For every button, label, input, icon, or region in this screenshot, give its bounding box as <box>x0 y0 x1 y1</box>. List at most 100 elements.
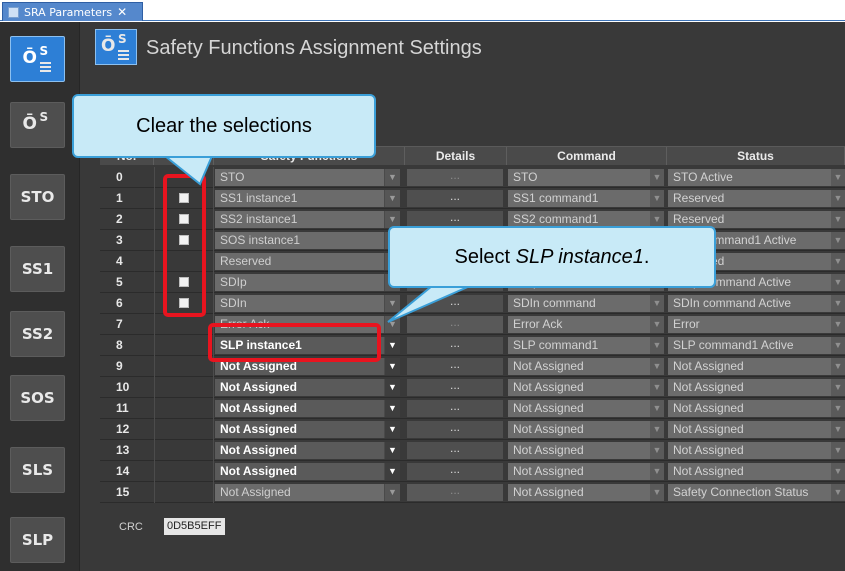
chevron-down-icon: ▼ <box>384 379 400 396</box>
details-button[interactable]: ... <box>407 463 503 480</box>
dropdown-value: Error <box>673 317 700 331</box>
safety-function-dropdown[interactable]: STO ▼ <box>215 169 400 186</box>
command-dropdown[interactable]: SDIn command ▼ <box>508 295 664 312</box>
chevron-down-icon: ▼ <box>831 379 845 396</box>
sidebar-item-sls[interactable]: SLS <box>10 447 65 493</box>
safety-function-dropdown[interactable]: Not Assigned ▼ <box>215 421 400 438</box>
status-dropdown[interactable]: Not Assigned ▼ <box>668 421 845 438</box>
status-dropdown[interactable]: Reserved ▼ <box>668 190 845 207</box>
checkbox-cell <box>154 335 214 356</box>
command-dropdown[interactable]: Not Assigned ▼ <box>508 442 664 459</box>
command-dropdown[interactable]: Not Assigned ▼ <box>508 358 664 375</box>
details-button[interactable]: ... <box>407 316 503 333</box>
sidebar-item-sto[interactable]: STO <box>10 174 65 220</box>
details-button[interactable]: ... <box>407 190 503 207</box>
status-dropdown[interactable]: SDIn command Active ▼ <box>668 295 845 312</box>
details-button[interactable]: ... <box>407 379 503 396</box>
safety-function-dropdown[interactable]: Not Assigned ▼ <box>215 484 400 501</box>
chevron-down-icon: ▼ <box>650 295 664 312</box>
dropdown-value: Reserved <box>220 254 272 268</box>
status-dropdown[interactable]: Error ▼ <box>668 316 845 333</box>
status-dropdown[interactable]: Not Assigned ▼ <box>668 463 845 480</box>
safety-function-dropdown[interactable]: Not Assigned ▼ <box>215 463 400 480</box>
safety-function-dropdown[interactable]: SS2 instance1 ▼ <box>215 211 400 228</box>
details-button[interactable]: ... <box>407 358 503 375</box>
chevron-down-icon: ▼ <box>384 484 400 501</box>
sidebar-item-ss1[interactable]: SS1 <box>10 246 65 292</box>
chevron-down-icon: ▼ <box>650 337 664 354</box>
sidebar-item-sos[interactable]: SOS <box>10 375 65 421</box>
details-button[interactable]: ... <box>407 169 503 186</box>
command-dropdown[interactable]: SLP command1 ▼ <box>508 337 664 354</box>
status-dropdown[interactable]: Not Assigned ▼ <box>668 400 845 417</box>
checkbox-cell <box>154 461 214 482</box>
sidebar-item-safety-settings[interactable]: ŌS <box>10 102 65 148</box>
dropdown-value: Not Assigned <box>220 422 297 436</box>
row-number: 11 <box>116 401 129 415</box>
command-dropdown[interactable]: Error Ack ▼ <box>508 316 664 333</box>
row-number: 14 <box>116 464 130 478</box>
command-dropdown[interactable]: Not Assigned ▼ <box>508 400 664 417</box>
table-row: 12 Not Assigned ▼... Not Assigned ▼ Not Assig… <box>100 419 845 440</box>
row-number: 15 <box>116 485 130 499</box>
close-icon[interactable]: ✕ <box>117 5 127 19</box>
dropdown-value: Not Assigned <box>220 485 291 499</box>
safety-function-dropdown[interactable]: SS1 instance1 ▼ <box>215 190 400 207</box>
callout-prefix: Select <box>454 245 516 268</box>
command-dropdown[interactable]: Not Assigned ▼ <box>508 484 664 501</box>
safety-function-dropdown[interactable]: Not Assigned ▼ <box>215 442 400 459</box>
command-dropdown[interactable]: Not Assigned ▼ <box>508 463 664 480</box>
safety-params-icon: ŌS <box>99 30 133 64</box>
chevron-down-icon: ▼ <box>831 232 845 249</box>
status-dropdown[interactable]: STO Active ▼ <box>668 169 845 186</box>
table-row: 10 Not Assigned ▼... Not Assigned ▼ Not Assig… <box>100 377 845 398</box>
sidebar-item-ss2[interactable]: SS2 <box>10 311 65 357</box>
row-number: 13 <box>116 443 130 457</box>
callout-suffix: . <box>643 245 650 268</box>
dropdown-value: SLP command1 <box>513 338 599 352</box>
chevron-down-icon: ▼ <box>384 316 400 333</box>
callout-select-slp: Select SLP instance1. <box>388 226 716 288</box>
highlight-slp-dropdown <box>208 323 381 362</box>
checkbox-cell <box>154 440 214 461</box>
safety-function-dropdown[interactable]: SDIn ▼ <box>215 295 400 312</box>
dropdown-value: Not Assigned <box>220 401 297 415</box>
chevron-down-icon: ▼ <box>831 295 845 312</box>
table-row: 11 Not Assigned ▼... Not Assigned ▼ Not Assig… <box>100 398 845 419</box>
status-dropdown[interactable]: SLP command1 Active ▼ <box>668 337 845 354</box>
command-dropdown[interactable]: Not Assigned ▼ <box>508 379 664 396</box>
dropdown-value: SS1 instance1 <box>220 191 298 205</box>
details-button[interactable]: ... <box>407 337 503 354</box>
tab-sra-parameters[interactable]: SRA Parameters ✕ <box>2 2 143 21</box>
command-dropdown[interactable]: STO ▼ <box>508 169 664 186</box>
column-header-command: Command <box>507 147 667 165</box>
chevron-down-icon: ▼ <box>384 358 400 375</box>
sidebar-item-safety-params[interactable]: ŌS <box>10 36 65 82</box>
details-button[interactable]: ... <box>407 484 503 501</box>
callout-text: Clear the selections <box>136 114 312 137</box>
safety-function-dropdown[interactable]: SDIp▼ <box>215 274 400 291</box>
dropdown-value: Not Assigned <box>673 401 744 415</box>
dropdown-value: SDIn command <box>513 296 596 310</box>
checkbox-cell <box>154 482 214 503</box>
status-dropdown[interactable]: Not Assigned ▼ <box>668 379 845 396</box>
status-dropdown[interactable]: Safety Connection Status ▼ <box>668 484 845 501</box>
chevron-down-icon: ▼ <box>831 421 845 438</box>
status-dropdown[interactable]: Not Assigned ▼ <box>668 358 845 375</box>
safety-function-dropdown[interactable]: Not Assigned ▼ <box>215 379 400 396</box>
safety-function-dropdown[interactable]: SOS instance1▼ <box>215 232 400 249</box>
command-dropdown[interactable]: SS1 command1 ▼ <box>508 190 664 207</box>
details-button[interactable]: ... <box>407 295 503 312</box>
status-dropdown[interactable]: Not Assigned ▼ <box>668 442 845 459</box>
command-dropdown[interactable]: Not Assigned ▼ <box>508 421 664 438</box>
details-button[interactable]: ... <box>407 400 503 417</box>
details-button[interactable]: ... <box>407 421 503 438</box>
safety-function-dropdown[interactable]: Not Assigned ▼ <box>215 400 400 417</box>
chevron-down-icon: ▼ <box>831 316 845 333</box>
safety-function-dropdown[interactable]: Reserved▼ <box>215 253 400 270</box>
sidebar-item-slp[interactable]: SLP <box>10 517 65 563</box>
chevron-down-icon: ▼ <box>831 274 845 291</box>
assignment-table: No. Safety Functions Details Command Sta… <box>100 146 845 503</box>
chevron-down-icon: ▼ <box>831 358 845 375</box>
details-button[interactable]: ... <box>407 442 503 459</box>
